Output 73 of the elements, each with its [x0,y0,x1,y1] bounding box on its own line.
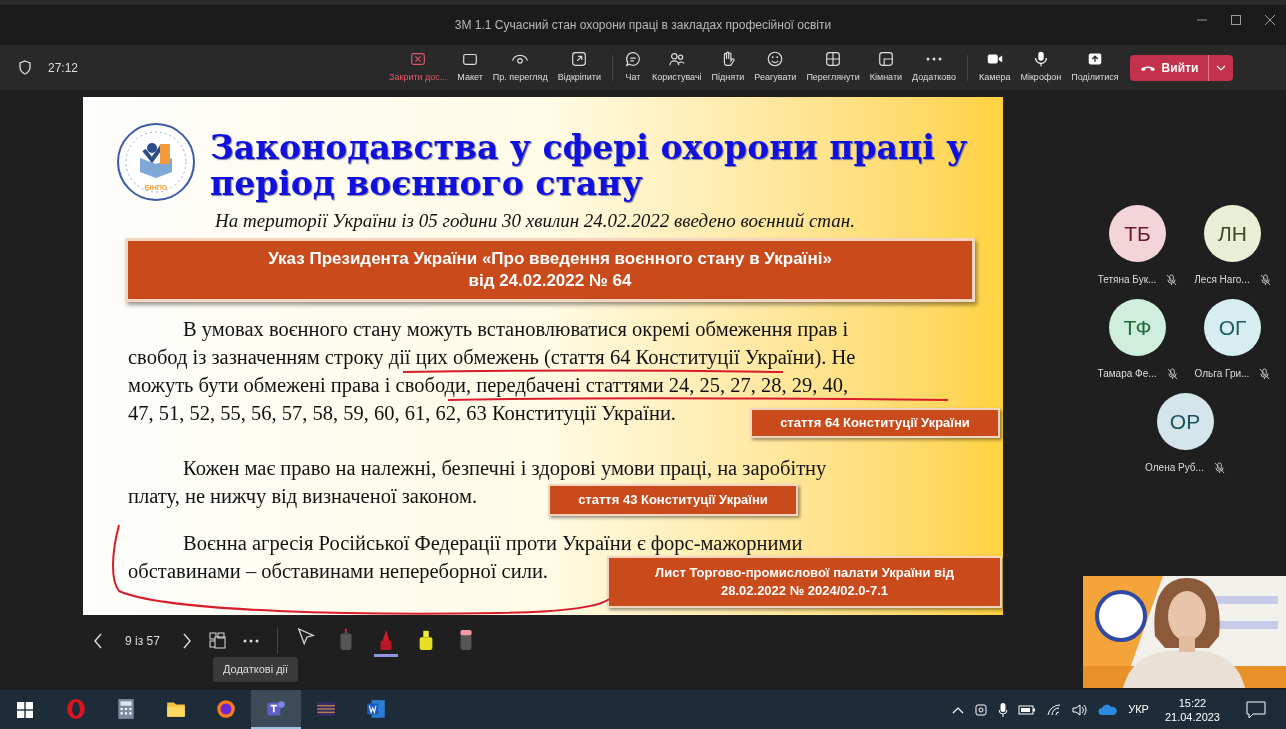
slide-text-line: Кожен має право на належні, безпечні і здорові умови праці, на заробітну [183,457,827,480]
rooms-icon [876,50,895,69]
avatar: ОГ [1204,299,1261,356]
smiley-icon [766,50,785,69]
participant-name: Тетяна Бук... [1097,273,1157,287]
browser-icon [215,697,237,720]
participant-name: Олена Руб... [1145,461,1204,475]
page-counter: 9 із 57 [125,633,160,650]
wifi-icon[interactable] [1046,702,1063,717]
clock-time[interactable]: 15:22 [1178,695,1207,710]
start-icon[interactable] [17,701,33,718]
slide-text-line: плату, не нижчу від визначеної законом. [128,485,478,508]
slide-text-line: 47, 51, 52, 55, 56, 57, 58, 59, 60, 61, 62, 63 Конституції України. [128,402,676,425]
maximize-icon[interactable] [1230,14,1242,26]
camera-icon[interactable] [974,702,989,717]
more-icon[interactable] [242,639,259,643]
toolbar-button[interactable]: Відкріпити [552,50,606,85]
notifications-icon[interactable] [1246,700,1266,719]
slide-subtitle: На території України із 05 години 30 хвилин 24.02.2022 введено воєнний стан. [215,209,855,233]
previous-icon[interactable] [93,633,103,649]
grid-icon[interactable] [208,632,227,650]
avatar: ОР [1156,393,1214,450]
toolbar-button[interactable]: Кімнати [864,50,908,85]
toolbar-button[interactable]: Чат [618,50,647,85]
participant-name: Ольга Гри... [1194,367,1250,381]
toolbar-button[interactable]: Поділитися [1066,50,1124,85]
participant-name: Тамара Фе... [1097,367,1157,381]
toolbar-button[interactable]: Макет [452,50,488,85]
cloud-icon[interactable] [1098,703,1119,716]
source-label: стаття 64 Конституції України [750,408,1000,438]
slide-text-line: В умовах воєнного стану можуть встановлюватися окремі обмеження прав і [183,318,849,341]
avatar: ЛН [1204,205,1261,262]
slide-text-line: Воєнна агресія Російської Федерації проти України є форс-мажорними [183,532,803,555]
tooltip: Додаткові дії [213,657,299,682]
slide-text-line: можуть бути обмежені права і свободи, передбачені статтями 24, 25, 27, 28, 29, 40, [128,374,849,397]
chevron-down-icon [1216,64,1227,71]
slide-text-line: свобод із зазначенням строку дії цих обмежень (стаття 64 Конституції України). Не [128,346,856,369]
browser-icon [65,697,87,720]
toolbar-button[interactable]: Камера [974,50,1016,85]
document-icon [365,697,387,720]
toolbar-button[interactable]: Пр. перегляд [487,50,553,85]
clock-date[interactable]: 21.04.2023 [1164,709,1220,724]
pop-out-icon [570,50,589,69]
toolbar-button[interactable]: Переглянути [801,50,865,85]
toolbar-button[interactable]: Реагувати [749,50,802,85]
calculator-icon [115,697,137,720]
toolbar-button[interactable]: Закрити дос... [384,50,453,85]
more-icon [926,57,942,62]
toolbar-button[interactable]: Додатково [907,50,961,85]
slide-title: Законодавства у сфері охорони праці у період воєнного стану [210,130,968,202]
battery-icon[interactable] [1018,704,1037,715]
avatar: ТБ [1109,205,1166,262]
toolbar-button[interactable]: Мікрофон [1015,50,1067,85]
participant-name: Леся Наго... [1194,273,1250,287]
speaker-icon[interactable] [1072,702,1089,717]
avatar: ТФ [1109,299,1166,356]
language-indicator[interactable]: УКР [1128,701,1149,718]
chat-icon [623,50,642,69]
toolbar-button[interactable]: Користувачі [646,50,707,85]
shield-icon [18,60,32,75]
close-icon[interactable] [1264,14,1276,26]
slide-text-line: обставинами – обставинами непереборної сили. [128,560,548,583]
meeting-timer: 27:12 [48,59,79,77]
taskbar-app[interactable] [251,690,301,729]
chevron-up-icon[interactable] [952,705,965,714]
decree-banner: Указ Президента України «Про введення воєнного стану в Україні» від 24.02.2022 № 64 [125,238,975,302]
source-label: Лист Торгово-промислової палати України від 28.02.2022 № 2024/02.0-7.1 [607,556,1002,608]
source-label: стаття 43 Конституції України [548,484,798,516]
next-icon[interactable] [181,633,192,649]
microphone-icon[interactable] [998,701,1009,718]
grid-view-icon [824,50,843,69]
toolbar-button[interactable]: Підняти [706,50,750,85]
window-title: 3М 1.1 Сучасний стан охорони праці в закладах професійної освіти [454,17,832,34]
